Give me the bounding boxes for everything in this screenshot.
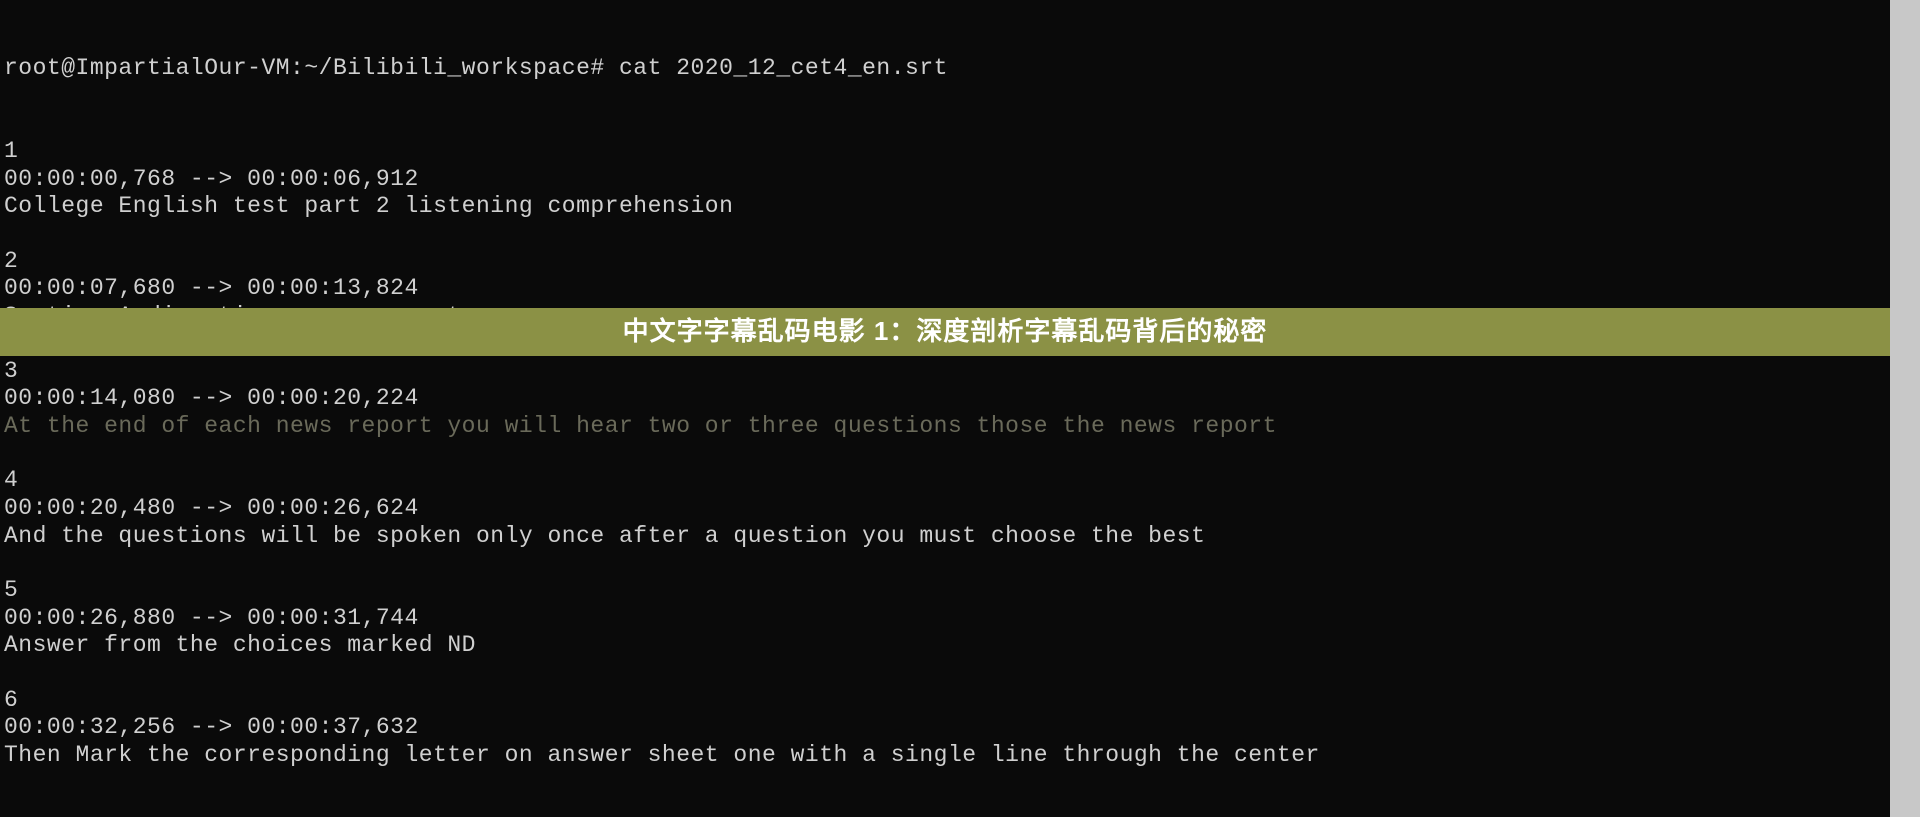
title-overlay-banner: 中文字字幕乱码电影 1：深度剖析字幕乱码背后的秘密 — [0, 308, 1890, 356]
srt-subtitle-text: Then Mark the corresponding letter on an… — [4, 742, 1916, 770]
overlay-title-text: 中文字字幕乱码电影 1：深度剖析字幕乱码背后的秘密 — [623, 316, 1268, 347]
srt-entry: 400:00:20,480 --> 00:00:26,624And the qu… — [4, 467, 1916, 550]
srt-index: 4 — [4, 467, 1916, 495]
command-prompt: root@ImpartialOur-VM:~/Bilibili_workspac… — [4, 55, 1916, 83]
srt-index: 1 — [4, 138, 1916, 166]
srt-entry: 500:00:26,880 --> 00:00:31,744Answer fro… — [4, 577, 1916, 660]
srt-subtitle-text: Answer from the choices marked ND — [4, 632, 1916, 660]
srt-timestamp: 00:00:14,080 --> 00:00:20,224 — [4, 385, 1916, 413]
srt-timestamp: 00:00:32,256 --> 00:00:37,632 — [4, 714, 1916, 742]
srt-file-content: 100:00:00,768 --> 00:00:06,912College En… — [4, 138, 1916, 770]
srt-index: 3 — [4, 358, 1916, 386]
terminal-output: root@ImpartialOur-VM:~/Bilibili_workspac… — [0, 0, 1920, 797]
srt-entry: 300:00:14,080 --> 00:00:20,224At the end… — [4, 358, 1916, 441]
srt-subtitle-text: College English test part 2 listening co… — [4, 193, 1916, 221]
srt-timestamp: 00:00:07,680 --> 00:00:13,824 — [4, 275, 1916, 303]
srt-entry: 100:00:00,768 --> 00:00:06,912College En… — [4, 138, 1916, 221]
srt-timestamp: 00:00:26,880 --> 00:00:31,744 — [4, 605, 1916, 633]
srt-index: 2 — [4, 248, 1916, 276]
srt-timestamp: 00:00:20,480 --> 00:00:26,624 — [4, 495, 1916, 523]
srt-index: 5 — [4, 577, 1916, 605]
srt-subtitle-text: At the end of each news report you will … — [4, 413, 1916, 441]
srt-entry: 600:00:32,256 --> 00:00:37,632Then Mark … — [4, 687, 1916, 770]
vertical-scrollbar[interactable] — [1890, 0, 1920, 817]
srt-subtitle-text: And the questions will be spoken only on… — [4, 523, 1916, 551]
srt-index: 6 — [4, 687, 1916, 715]
srt-timestamp: 00:00:00,768 --> 00:00:06,912 — [4, 166, 1916, 194]
